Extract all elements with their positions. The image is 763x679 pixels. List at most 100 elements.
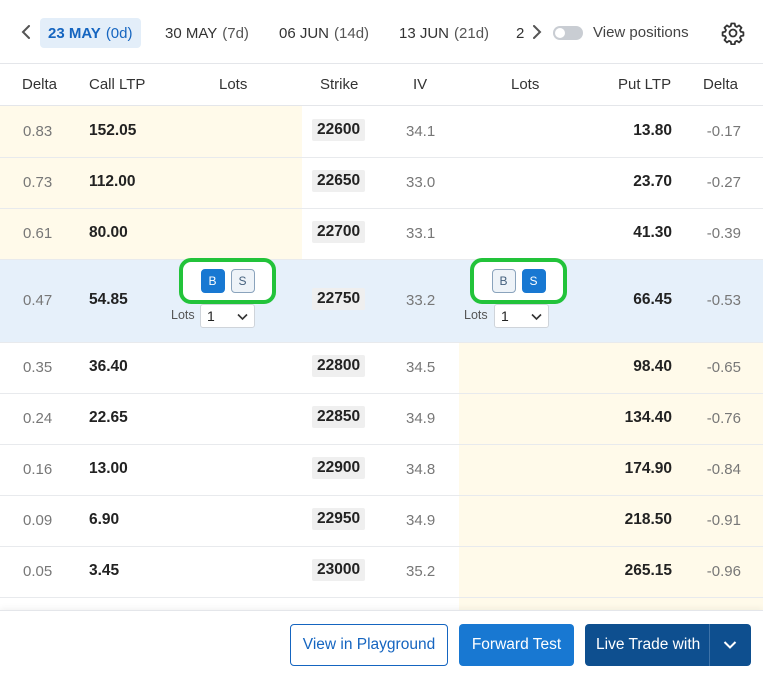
expiry-tab-4[interactable]: 2 <box>508 18 524 48</box>
col-call-ltp: Call LTP <box>89 76 146 93</box>
call-ltp: 3.45 <box>89 562 120 579</box>
iv-value: 34.8 <box>406 461 436 478</box>
expiry-tab-0[interactable]: 23 MAY (0d) <box>40 18 141 48</box>
put-delta: -0.91 <box>706 512 741 529</box>
action-footer: View in Playground Forward Test Live Tra… <box>0 610 763 679</box>
expiry-tab-3[interactable]: 13 JUN (21d) <box>391 18 497 48</box>
call-ltp: 36.40 <box>89 358 128 375</box>
put-ltp: 174.90 <box>624 460 672 477</box>
expiry-date: 13 JUN <box>399 24 450 42</box>
expiry-tabs: 23 MAY (0d) 30 MAY (7d) 06 JUN (14d) 13 … <box>0 0 524 64</box>
call-lots-value: 1 <box>207 308 215 324</box>
put-delta: -0.96 <box>706 563 741 580</box>
expiry-tab-2[interactable]: 06 JUN (14d) <box>271 18 377 48</box>
expiry-tab-1[interactable]: 30 MAY (7d) <box>157 18 257 48</box>
call-lots-select[interactable]: 1 <box>200 304 255 328</box>
put-buy-sell-group: B S <box>470 258 567 304</box>
table-row[interactable]: 0.73 112.00 22650 33.0 23.70 -0.27 <box>0 158 763 209</box>
table-row-partial <box>0 598 763 610</box>
iv-value: 33.2 <box>406 292 436 309</box>
expiry-date: 06 JUN <box>279 24 330 42</box>
col-put-delta: Delta <box>703 76 739 93</box>
view-positions-toggle[interactable] <box>553 26 583 40</box>
strike-price: 22850 <box>312 406 366 428</box>
put-ltp: 66.45 <box>633 291 672 308</box>
divider <box>709 624 710 666</box>
iv-value: 33.0 <box>406 174 436 191</box>
column-header: Delta Call LTP Lots Strike IV Lots Put L… <box>0 64 763 106</box>
view-in-playground-button[interactable]: View in Playground <box>290 624 448 666</box>
strike-price: 23000 <box>312 559 366 581</box>
view-positions-label: View positions <box>593 24 689 41</box>
iv-value: 34.1 <box>406 123 436 140</box>
table-row[interactable]: 0.09 6.90 22950 34.9 218.50 -0.91 <box>0 496 763 547</box>
expiry-days: (14d) <box>334 24 370 42</box>
col-put-lots: Lots <box>511 76 540 93</box>
put-delta: -0.17 <box>706 123 741 140</box>
put-delta: -0.76 <box>706 410 741 427</box>
table-row[interactable]: 0.24 22.65 22850 34.9 134.40 -0.76 <box>0 394 763 445</box>
strike-price: 22650 <box>312 170 366 192</box>
call-delta: 0.16 <box>23 461 53 478</box>
col-call-lots: Lots <box>219 76 248 93</box>
strike-price: 22900 <box>312 457 366 479</box>
put-sell-button[interactable]: S <box>521 269 546 293</box>
put-delta: -0.84 <box>706 461 741 478</box>
strike-price: 22700 <box>312 221 366 243</box>
table-row-atm[interactable]: 0.47 54.85 B S Lots 1 22750 33.2 B S Lot… <box>0 258 763 343</box>
call-delta: 0.47 <box>23 292 53 309</box>
table-row[interactable]: 0.16 13.00 22900 34.8 174.90 -0.84 <box>0 445 763 496</box>
iv-value: 34.9 <box>406 410 436 427</box>
call-delta: 0.61 <box>23 225 53 242</box>
call-ltp: 80.00 <box>89 224 128 241</box>
put-lots-select[interactable]: 1 <box>494 304 549 328</box>
iv-value: 34.9 <box>406 512 436 529</box>
call-delta: 0.09 <box>23 512 53 529</box>
strike-price: 22950 <box>312 508 366 530</box>
put-ltp: 23.70 <box>633 173 672 190</box>
col-strike: Strike <box>320 76 359 93</box>
table-row[interactable]: 0.35 36.40 22800 34.5 98.40 -0.65 <box>0 343 763 394</box>
call-ltp: 152.05 <box>89 122 137 139</box>
call-sell-button[interactable]: S <box>230 269 255 293</box>
chevron-right-icon[interactable] <box>527 20 547 44</box>
forward-test-button[interactable]: Forward Test <box>459 624 574 666</box>
call-ltp: 22.65 <box>89 409 128 426</box>
iv-value: 33.1 <box>406 225 436 242</box>
put-delta: -0.65 <box>706 359 741 376</box>
put-lots-label: Lots <box>464 308 488 322</box>
iv-value: 35.2 <box>406 563 436 580</box>
iv-value: 34.5 <box>406 359 436 376</box>
put-buy-button[interactable]: B <box>491 269 516 293</box>
chevron-down-icon <box>531 313 542 321</box>
put-delta: -0.53 <box>706 292 741 309</box>
strike-price: 22800 <box>312 355 366 377</box>
call-delta: 0.73 <box>23 174 53 191</box>
put-ltp: 41.30 <box>633 224 672 241</box>
call-delta: 0.35 <box>23 359 53 376</box>
live-trade-button[interactable]: Live Trade with <box>585 624 751 666</box>
put-itm-shade <box>459 598 763 610</box>
put-delta: -0.39 <box>706 225 741 242</box>
table-row[interactable]: 0.05 3.45 23000 35.2 265.15 -0.96 <box>0 547 763 598</box>
call-ltp: 54.85 <box>89 291 128 308</box>
live-trade-label: Live Trade with <box>596 636 701 653</box>
call-lots-label: Lots <box>171 308 195 322</box>
chevron-down-icon[interactable] <box>723 640 737 650</box>
table-row[interactable]: 0.61 80.00 22700 33.1 41.30 -0.39 <box>0 209 763 260</box>
chevron-down-icon <box>237 313 248 321</box>
gear-icon[interactable] <box>721 21 745 45</box>
put-ltp: 13.80 <box>633 122 672 139</box>
put-ltp: 134.40 <box>624 409 672 426</box>
call-buy-button[interactable]: B <box>200 269 225 293</box>
table-row[interactable]: 0.83 152.05 22600 34.1 13.80 -0.17 <box>0 106 763 158</box>
call-ltp: 6.90 <box>89 511 120 528</box>
put-delta: -0.27 <box>706 174 741 191</box>
expiry-days: (7d) <box>222 24 249 42</box>
expiry-date: 2 <box>516 24 524 42</box>
call-ltp: 112.00 <box>89 173 136 190</box>
expiry-date: 30 MAY <box>165 24 218 42</box>
col-iv: IV <box>413 76 428 93</box>
expiry-date: 23 MAY <box>48 24 101 42</box>
call-ltp: 13.00 <box>89 460 128 477</box>
